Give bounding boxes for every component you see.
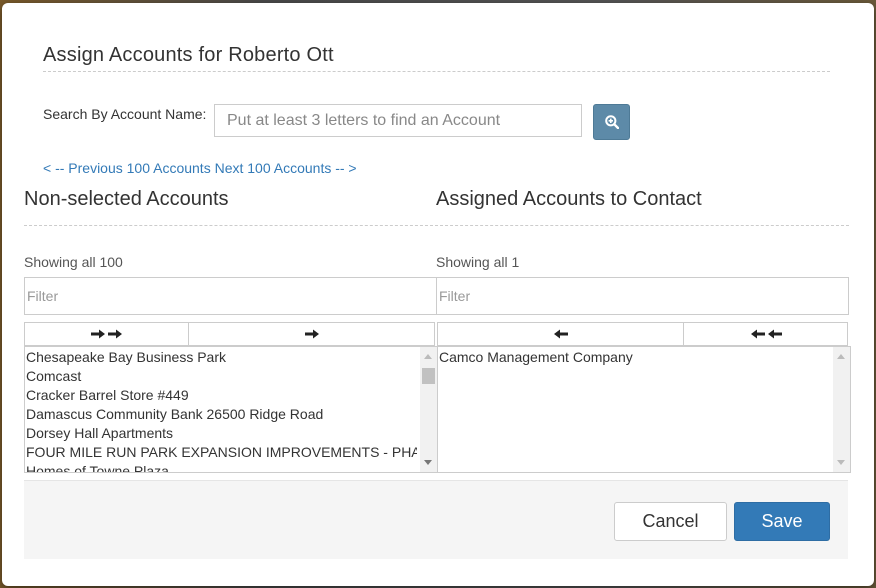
- move-all-right-button[interactable]: [24, 322, 189, 346]
- zoom-in-icon: [604, 115, 619, 129]
- assigned-filter-input[interactable]: [436, 277, 849, 315]
- non-selected-count: Showing all 100: [24, 254, 123, 270]
- save-button[interactable]: Save: [734, 502, 830, 541]
- list-item[interactable]: FOUR MILE RUN PARK EXPANSION IMPROVEMENT…: [25, 443, 417, 462]
- assign-accounts-dialog: Assign Accounts for Roberto Ott Search B…: [0, 0, 876, 588]
- scroll-down-icon[interactable]: [424, 460, 432, 465]
- cancel-button[interactable]: Cancel: [614, 502, 727, 541]
- assigned-heading: Assigned Accounts to Contact: [436, 188, 702, 210]
- move-right-button[interactable]: [188, 322, 435, 346]
- list-item[interactable]: Damascus Community Bank 26500 Ridge Road: [25, 405, 417, 424]
- non-selected-filter-input[interactable]: [24, 277, 437, 315]
- assigned-accounts-list[interactable]: Camco Management Company: [437, 346, 851, 473]
- previous-accounts-link[interactable]: < -- Previous 100 Accounts: [43, 160, 211, 176]
- scroll-up-icon[interactable]: [837, 354, 845, 359]
- assigned-scrollbar[interactable]: [833, 347, 850, 472]
- search-button[interactable]: [593, 104, 630, 140]
- heading-divider: [24, 225, 849, 226]
- move-left-button[interactable]: [437, 322, 684, 346]
- list-item[interactable]: Dorsey Hall Apartments: [25, 424, 417, 443]
- scroll-thumb[interactable]: [422, 368, 435, 384]
- double-arrow-right-icon: [90, 329, 122, 339]
- move-all-left-button[interactable]: [683, 322, 848, 346]
- account-search-input[interactable]: [214, 104, 582, 137]
- dialog-title: Assign Accounts for Roberto Ott: [43, 44, 830, 72]
- next-accounts-link[interactable]: Next 100 Accounts -- >: [215, 160, 357, 176]
- non-selected-accounts-list[interactable]: Chesapeake Bay Business Park Comcast Cra…: [24, 346, 438, 473]
- double-arrow-left-icon: [750, 329, 782, 339]
- scroll-down-icon[interactable]: [837, 460, 845, 465]
- list-item[interactable]: Chesapeake Bay Business Park: [25, 348, 417, 367]
- list-item[interactable]: Camco Management Company: [438, 348, 830, 367]
- search-label: Search By Account Name:: [43, 106, 207, 122]
- list-item[interactable]: Homes of Towne Plaza: [25, 462, 417, 472]
- arrow-left-icon: [553, 329, 568, 339]
- scroll-up-icon[interactable]: [424, 354, 432, 359]
- non-selected-heading: Non-selected Accounts: [24, 188, 229, 210]
- non-selected-scrollbar[interactable]: [420, 347, 437, 472]
- arrow-right-icon: [304, 329, 319, 339]
- assigned-count: Showing all 1: [436, 254, 520, 270]
- pagination: < -- Previous 100 Accounts Next 100 Acco…: [43, 160, 357, 176]
- list-item[interactable]: Cracker Barrel Store #449: [25, 386, 417, 405]
- list-item[interactable]: Comcast: [25, 367, 417, 386]
